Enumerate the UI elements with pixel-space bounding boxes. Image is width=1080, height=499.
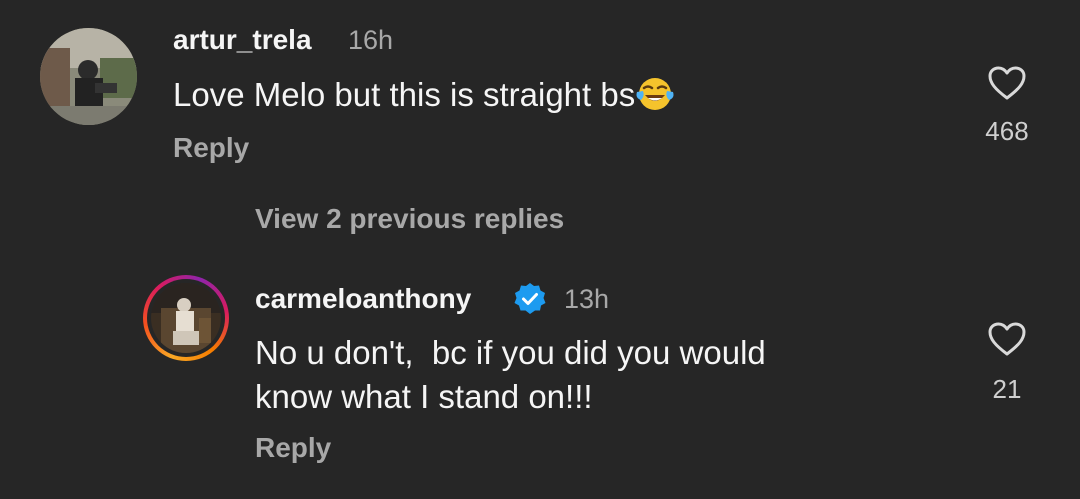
comment-text: Love Melo but this is straight bs: [173, 73, 933, 123]
heart-outline-icon: [988, 66, 1026, 100]
avatar: [151, 283, 221, 353]
timestamp: 16h: [348, 25, 394, 55]
like-button[interactable]: 468: [977, 65, 1037, 147]
username[interactable]: artur_trela: [173, 24, 312, 56]
story-ring[interactable]: [143, 275, 229, 361]
like-count: 21: [992, 374, 1022, 404]
reply-button[interactable]: Reply: [255, 432, 331, 464]
avatar[interactable]: [40, 28, 137, 125]
face-with-tears-of-joy-icon: [635, 76, 675, 123]
like-button[interactable]: 21: [977, 321, 1037, 405]
comment-text-content: Love Melo but this is straight bs: [173, 76, 636, 113]
timestamp: 13h: [564, 284, 610, 314]
reply-button[interactable]: Reply: [173, 132, 249, 164]
comment-text: No u don't, bc if you did you would know…: [255, 331, 955, 419]
comment-text-line: know what I stand on!!!: [255, 378, 593, 415]
heart-outline-icon: [988, 322, 1026, 356]
username[interactable]: carmeloanthony: [255, 283, 471, 315]
comment-text-line: No u don't, bc if you did you would: [255, 334, 766, 371]
view-previous-replies-button[interactable]: View 2 previous replies: [255, 203, 564, 235]
verified-badge-icon: [513, 282, 547, 321]
like-count: 468: [985, 116, 1029, 146]
